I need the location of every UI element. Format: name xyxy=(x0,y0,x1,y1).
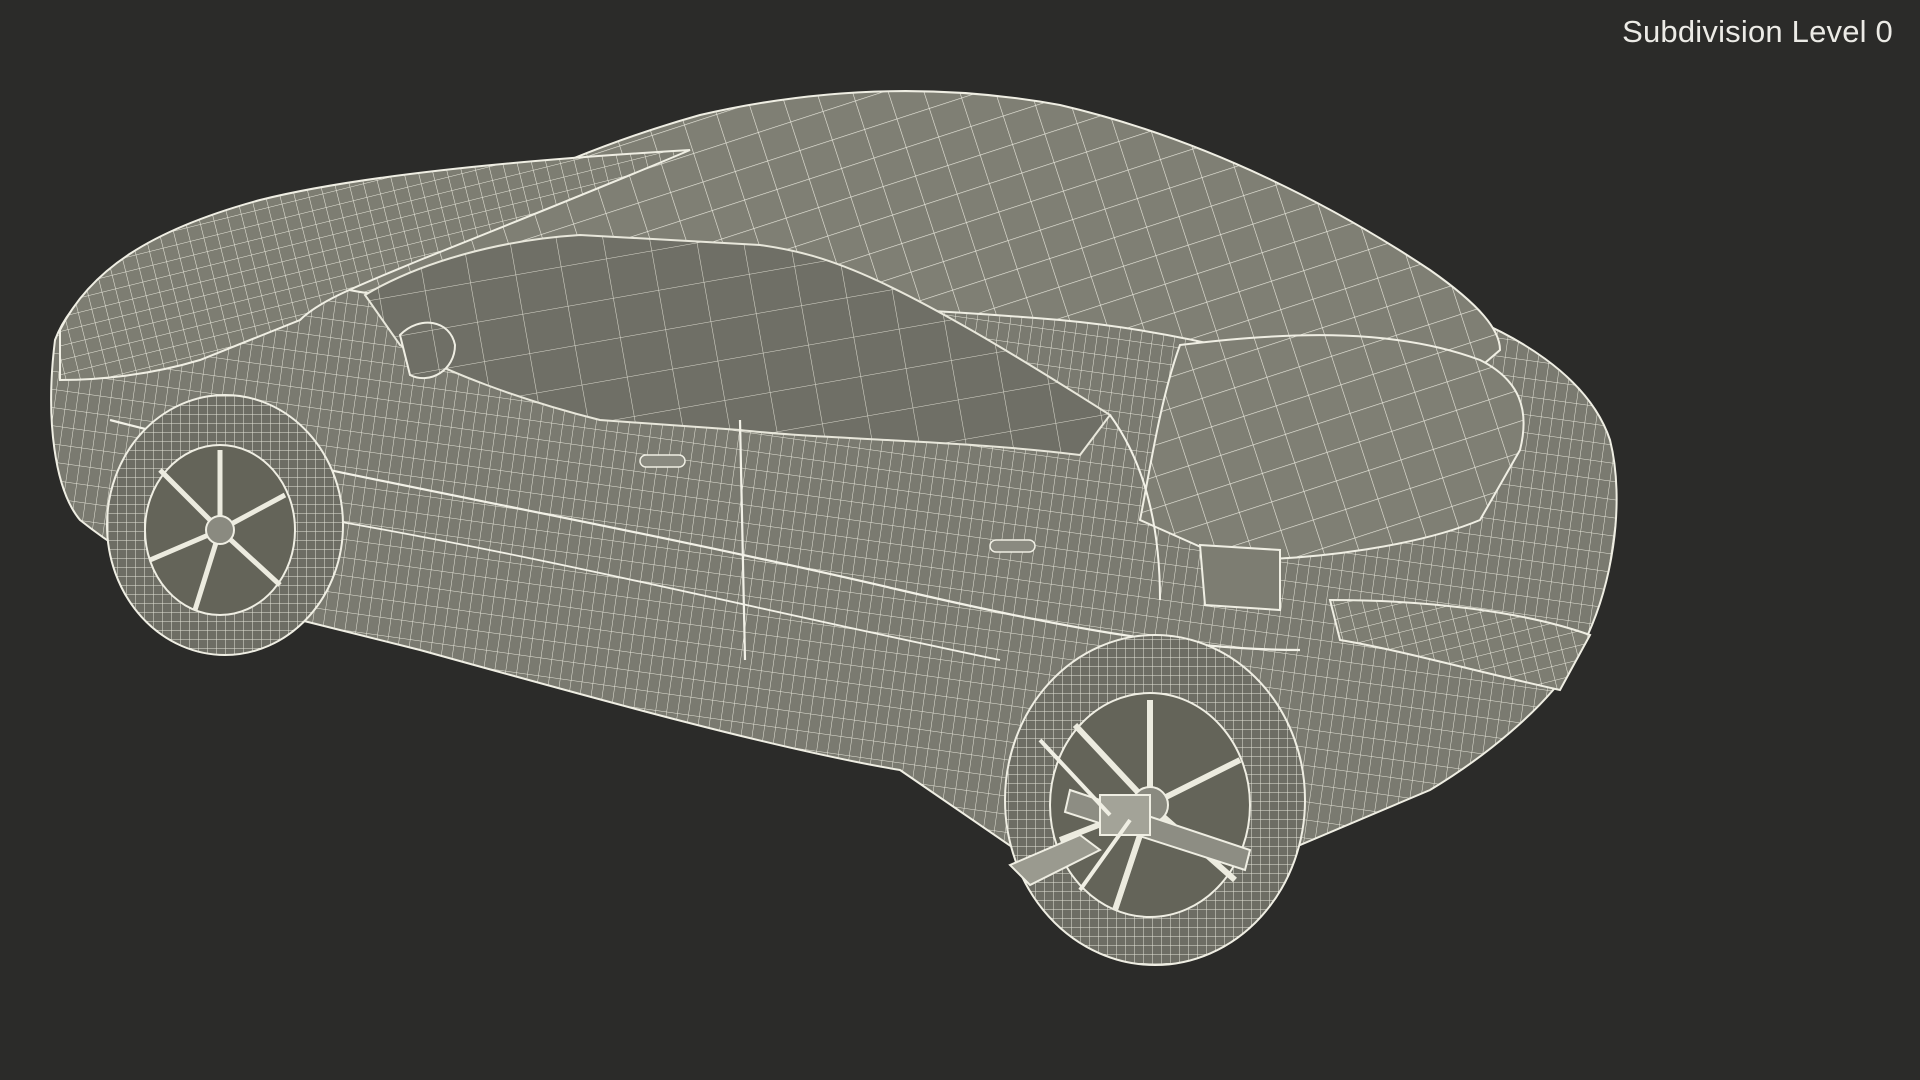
subdivision-level-label: Subdivision Level 0 xyxy=(1622,14,1893,49)
rear-wheel xyxy=(1004,634,1306,966)
render-viewport: Subdivision Level 0 xyxy=(0,0,1920,1080)
front-wheel xyxy=(106,394,344,656)
car-wireframe-render xyxy=(50,90,1618,966)
